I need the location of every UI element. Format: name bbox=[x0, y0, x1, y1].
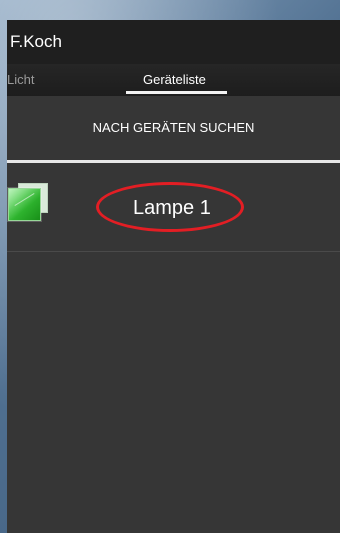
tab-geraeteliste[interactable]: Geräteliste bbox=[143, 72, 206, 88]
action-bar: F.Koch bbox=[7, 20, 340, 64]
device-name: Lampe 1 bbox=[133, 197, 211, 219]
tab-licht[interactable]: Licht bbox=[7, 72, 34, 88]
tab-indicator bbox=[126, 91, 227, 94]
app-title: F.Koch bbox=[10, 32, 62, 51]
device-cube-gloss bbox=[14, 192, 35, 207]
tab-strip: Licht Geräteliste bbox=[7, 64, 340, 96]
search-devices-button[interactable]: NACH GERÄTEN SUCHEN bbox=[7, 96, 340, 160]
device-cube-front-face bbox=[8, 188, 41, 221]
device-list-item[interactable]: Lampe 1 bbox=[7, 163, 340, 251]
device-cube-icon bbox=[8, 183, 48, 223]
app-screen: F.Koch Licht Geräteliste NACH GERÄTEN SU… bbox=[7, 20, 340, 533]
row-divider bbox=[7, 251, 340, 252]
